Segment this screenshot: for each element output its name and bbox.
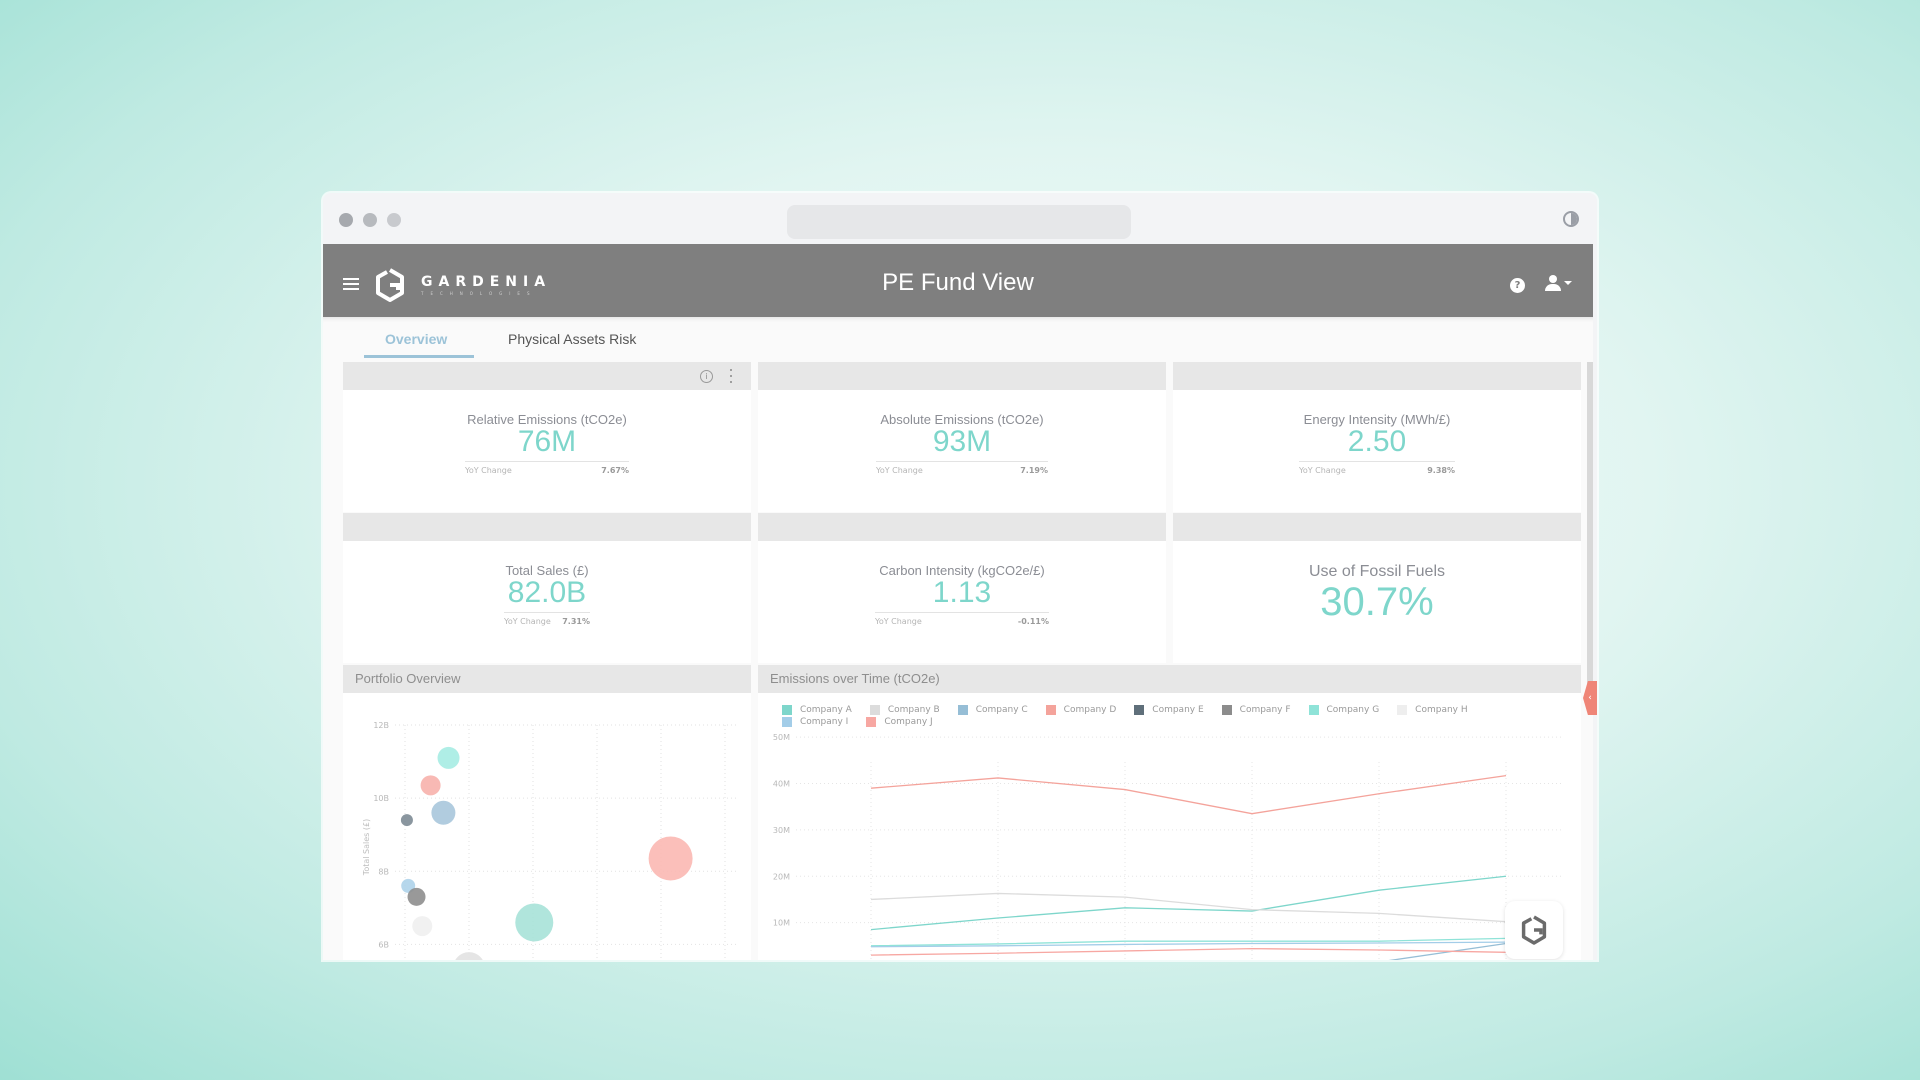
tab-physical-assets-risk[interactable]: Physical Assets Risk xyxy=(508,331,636,347)
y-tick-label: 6B xyxy=(378,940,389,949)
close-window-button[interactable] xyxy=(339,213,353,227)
browser-window: GARDENIA TECHNOLOGIES PE Fund View ? Ove… xyxy=(323,193,1597,960)
user-icon-body xyxy=(1545,284,1561,291)
kpi-label: Use of Fossil Fuels xyxy=(1308,563,1446,580)
kpi-value: 2.50 xyxy=(1347,425,1407,458)
kpi-card-carbon-intensity: Carbon Intensity (kgCO2e/£) 1.13 YoY Cha… xyxy=(758,513,1166,663)
kpi-value: 30.7% xyxy=(1320,580,1434,624)
card-header xyxy=(758,513,1166,541)
kpi-card-energy-intensity: Energy Intensity (MWh/£) 2.50 YoY Change… xyxy=(1173,362,1581,512)
yoy-value: 7.19% xyxy=(1020,466,1048,475)
bubble-point xyxy=(455,952,483,960)
emissions-over-time-card: Emissions over Time (tCO2e) Company A Com… xyxy=(758,665,1581,960)
yoy-label: YoY Change xyxy=(465,466,512,475)
card-title: Emissions over Time (tCO2e) xyxy=(770,671,940,686)
info-icon[interactable]: i xyxy=(700,370,713,383)
kpi-body: Carbon Intensity (kgCO2e/£) 1.13 YoY Cha… xyxy=(758,563,1166,626)
card-header xyxy=(343,513,751,541)
card-header xyxy=(758,362,1166,390)
portfolio-overview-card: Portfolio Overview 6B 8B 10B 12B Total Sales… xyxy=(343,665,751,960)
kpi-card-relative-emissions: i Relative Emissions (tCO2e) 76M YoY Cha… xyxy=(343,362,751,512)
kpi-card-total-sales: Total Sales (£) 82.0B YoY Change 7.31% xyxy=(343,513,751,663)
url-bar[interactable] xyxy=(787,205,1131,239)
card-header: i xyxy=(343,362,751,390)
bubble-point xyxy=(407,887,426,906)
y-tick-label: 40M xyxy=(773,780,790,789)
yoy-value: 7.31% xyxy=(562,617,590,626)
portfolio-bubble-chart: 6B 8B 10B 12B Total Sales (£) xyxy=(362,721,738,960)
y-tick-label: 10M xyxy=(773,919,790,928)
emissions-line-chart: 10M 20M 30M 40M 50M xyxy=(773,733,1563,960)
series-line xyxy=(870,947,1507,956)
kpi-value: 1.13 xyxy=(932,576,992,609)
bubble-point xyxy=(648,836,693,881)
bubble-point xyxy=(420,775,441,796)
y-tick-label: 20M xyxy=(773,872,790,881)
bubble-point xyxy=(515,903,554,942)
tab-bar: Overview Physical Assets Risk xyxy=(323,317,1593,362)
yoy-value: 9.38% xyxy=(1427,466,1455,475)
contrast-toggle-icon[interactable] xyxy=(1563,211,1579,227)
gardenia-assistant-button[interactable] xyxy=(1505,901,1563,959)
series-line xyxy=(870,937,1507,947)
kpi-yoy-row: YoY Change 9.38% xyxy=(1299,461,1455,475)
browser-titlebar xyxy=(323,193,1597,244)
kpi-body: Use of Fossil Fuels 30.7% xyxy=(1173,563,1581,623)
maximize-window-button[interactable] xyxy=(387,213,401,227)
kpi-value: 76M xyxy=(517,425,577,458)
kpi-value: 93M xyxy=(932,425,992,458)
card-header: Emissions over Time (tCO2e) xyxy=(758,665,1581,693)
user-menu-button[interactable] xyxy=(1545,275,1575,295)
card-header: Portfolio Overview xyxy=(343,665,751,693)
kpi-body: Absolute Emissions (tCO2e) 93M YoY Chang… xyxy=(758,412,1166,475)
kpi-body: Relative Emissions (tCO2e) 76M YoY Chang… xyxy=(343,412,751,475)
yoy-value: -0.11% xyxy=(1017,617,1049,626)
help-icon[interactable]: ? xyxy=(1510,278,1525,293)
bubble-point xyxy=(412,916,433,937)
gardenia-logo-icon xyxy=(1521,915,1547,945)
caret-down-icon xyxy=(1564,281,1572,285)
page-title: PE Fund View xyxy=(882,269,1034,296)
active-tab-indicator xyxy=(364,355,474,358)
top-navbar: GARDENIA TECHNOLOGIES PE Fund View ? xyxy=(323,244,1593,317)
yoy-value: 7.67% xyxy=(601,466,629,475)
bubble-point xyxy=(431,800,456,825)
user-icon xyxy=(1549,275,1557,283)
yoy-label: YoY Change xyxy=(504,617,551,626)
kpi-yoy-row: YoY Change 7.31% xyxy=(504,612,590,626)
app-root: GARDENIA TECHNOLOGIES PE Fund View ? Ove… xyxy=(323,244,1597,960)
tab-overview[interactable]: Overview xyxy=(385,331,447,347)
yoy-label: YoY Change xyxy=(1299,466,1346,475)
bubble-point xyxy=(437,746,460,769)
y-tick-label: 8B xyxy=(378,867,389,876)
y-tick-label: 12B xyxy=(373,721,389,730)
kpi-yoy-row: YoY Change -0.11% xyxy=(875,612,1049,626)
yoy-label: YoY Change xyxy=(876,466,923,475)
y-tick-label: 50M xyxy=(773,733,790,742)
dashboard-content: i Relative Emissions (tCO2e) 76M YoY Cha… xyxy=(343,362,1587,960)
kpi-body: Total Sales (£) 82.0B YoY Change 7.31% xyxy=(343,563,751,626)
kpi-body: Energy Intensity (MWh/£) 2.50 YoY Change… xyxy=(1173,412,1581,475)
card-header xyxy=(1173,362,1581,390)
kpi-card-fossil-fuels: Use of Fossil Fuels 30.7% xyxy=(1173,513,1581,663)
kpi-card-absolute-emissions: Absolute Emissions (tCO2e) 93M YoY Chang… xyxy=(758,362,1166,512)
vertical-scrollbar[interactable] xyxy=(1587,362,1593,692)
series-line xyxy=(870,892,1507,923)
series-line xyxy=(870,775,1507,815)
card-header xyxy=(1173,513,1581,541)
yoy-label: YoY Change xyxy=(875,617,922,626)
more-options-icon[interactable] xyxy=(730,369,733,383)
kpi-yoy-row: YoY Change 7.19% xyxy=(876,461,1048,475)
minimize-window-button[interactable] xyxy=(363,213,377,227)
y-tick-label: 10B xyxy=(373,794,389,803)
kpi-value: 82.0B xyxy=(507,576,587,609)
y-tick-label: 30M xyxy=(773,826,790,835)
card-title: Portfolio Overview xyxy=(355,671,461,686)
kpi-yoy-row: YoY Change 7.67% xyxy=(465,461,629,475)
y-axis-label: Total Sales (£) xyxy=(362,819,371,876)
bubble-point xyxy=(400,814,413,827)
